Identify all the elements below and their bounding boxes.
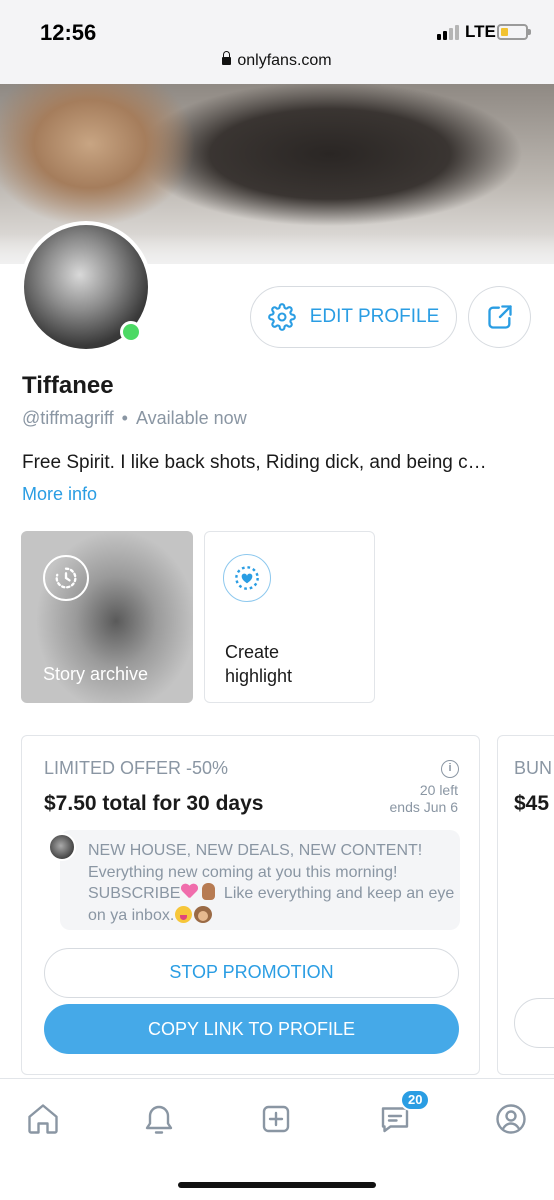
profile-icon[interactable] <box>491 1099 531 1139</box>
bundle-card[interactable]: BUN $45 <box>497 735 554 1075</box>
status-bar: 12:56 LTE onlyfans.com <box>0 0 554 84</box>
clock-history-icon <box>43 555 89 601</box>
share-button[interactable] <box>468 286 531 348</box>
address-bar[interactable]: onlyfans.com <box>0 51 554 70</box>
create-highlight-tile[interactable]: Create highlight <box>204 531 375 703</box>
story-archive-tile[interactable]: Story archive <box>21 531 193 703</box>
profile-handle: @tiffmagriff <box>22 408 114 428</box>
gear-icon <box>267 303 296 331</box>
bell-icon[interactable] <box>139 1099 179 1139</box>
promotion-card: LIMITED OFFER -50% i $7.50 total for 30 … <box>21 735 480 1075</box>
bundle-price: $45 <box>514 792 550 815</box>
promotion-message-text: NEW HOUSE, NEW DEALS, NEW CONTENT! Every… <box>88 842 455 924</box>
messages-badge: 20 <box>400 1089 431 1111</box>
battery-icon <box>497 24 531 40</box>
lock-icon <box>222 51 232 65</box>
clock: 12:56 <box>40 20 97 45</box>
offer-price: $7.50 total for 30 days <box>44 792 264 815</box>
online-indicator <box>120 321 142 343</box>
bundle-button[interactable] <box>514 998 554 1048</box>
bundle-title: BUN <box>514 758 553 778</box>
stop-promotion-button[interactable]: STOP PROMOTION <box>44 948 459 998</box>
edit-profile-button[interactable]: EDIT PROFILE <box>250 286 457 348</box>
offer-remaining: 20 left ends Jun 6 <box>389 782 459 815</box>
heart-circle-icon <box>223 554 271 602</box>
network-label: LTE <box>465 22 496 41</box>
separator: • <box>121 408 128 428</box>
url-text: onlyfans.com <box>237 52 332 69</box>
offer-title: LIMITED OFFER -50% <box>44 758 229 778</box>
edit-profile-label: EDIT PROFILE <box>309 306 440 327</box>
more-info-link[interactable]: More info <box>22 484 97 505</box>
info-icon[interactable]: i <box>441 760 459 778</box>
copy-link-button[interactable]: COPY LINK TO PROFILE <box>44 1004 459 1054</box>
profile-name: Tiffanee <box>22 372 114 399</box>
profile-bio: Free Spirit. I like back shots, Riding d… <box>22 452 487 473</box>
story-archive-label: Story archive <box>43 664 149 684</box>
home-icon[interactable] <box>23 1099 63 1139</box>
share-icon <box>487 305 512 329</box>
plus-square-icon[interactable] <box>256 1099 296 1139</box>
home-indicator <box>178 1182 376 1188</box>
availability-status: Available now <box>135 408 247 428</box>
pointing-hand-emoji-icon <box>202 883 216 900</box>
signal-icon <box>437 25 459 40</box>
create-highlight-label: Create highlight <box>225 642 293 686</box>
hearts-emoji-icon <box>181 884 198 899</box>
profile-meta: @tiffmagriff • Available now <box>22 408 247 429</box>
monkey-emoji-icon <box>194 905 213 923</box>
message-avatar <box>48 833 76 861</box>
tongue-face-emoji-icon <box>175 905 193 923</box>
